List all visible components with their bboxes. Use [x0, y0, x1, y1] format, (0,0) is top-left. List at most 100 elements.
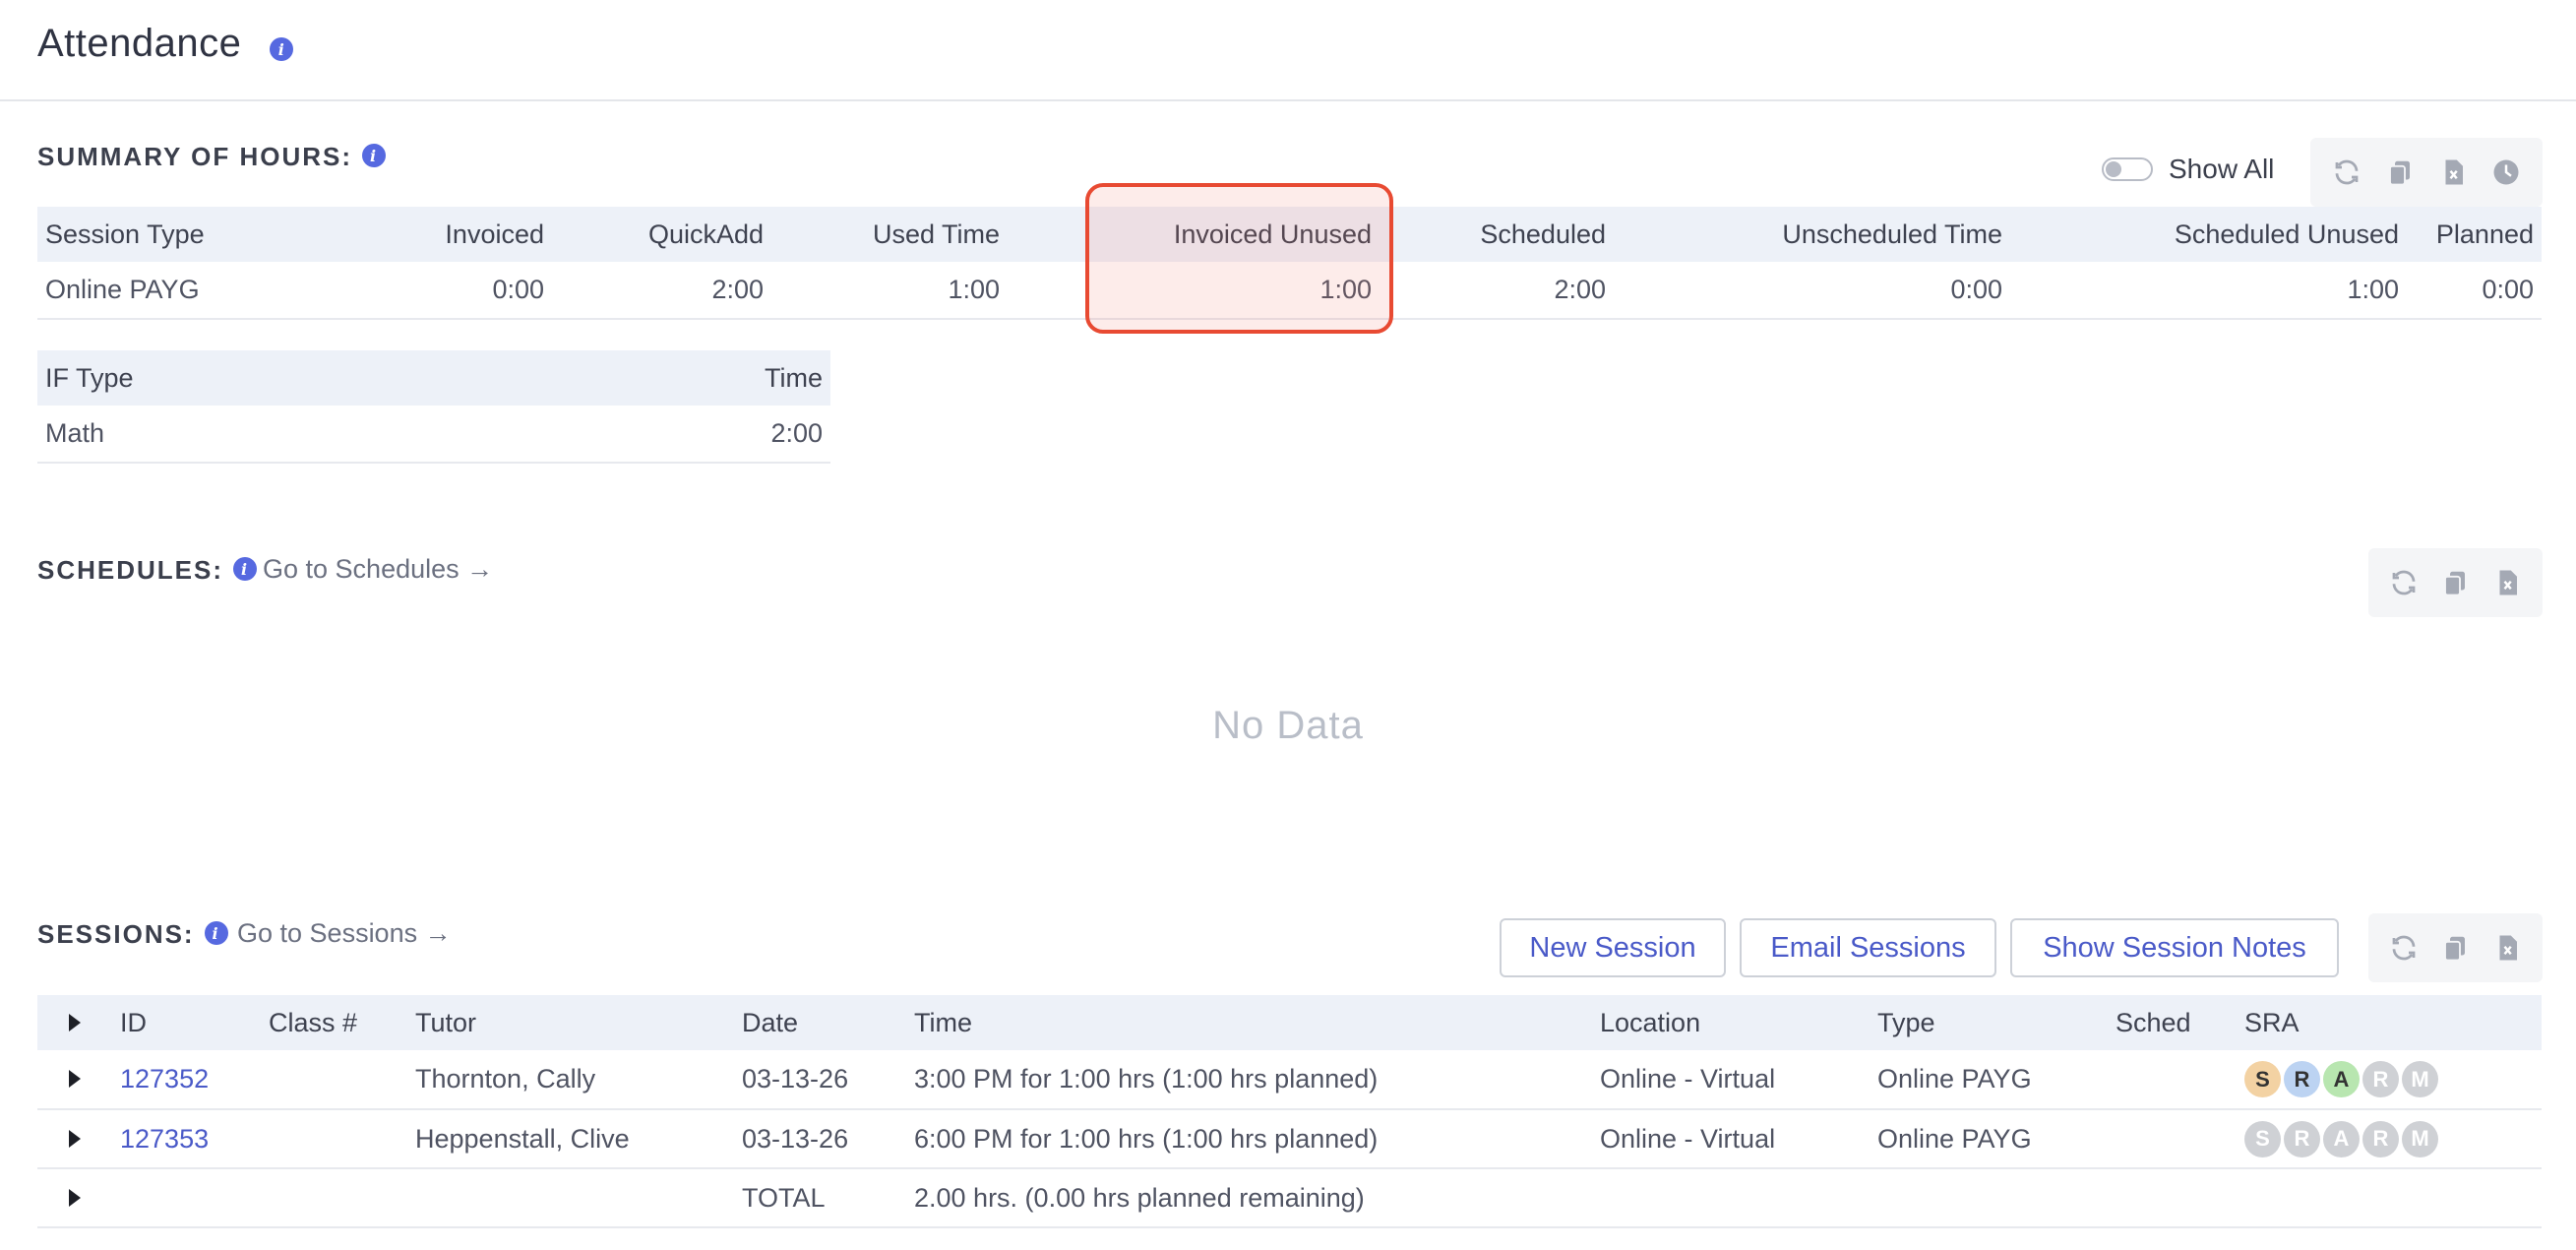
table-cell: Online PAYG [37, 262, 283, 320]
sra-badge[interactable]: R [2284, 1120, 2320, 1157]
column-header[interactable]: Unscheduled Time [1614, 207, 2010, 262]
table-cell: 3:00 PM for 1:00 hrs (1:00 hrs planned) [906, 1050, 1592, 1110]
triangle-right-icon[interactable] [69, 1013, 81, 1031]
table-cell: 0:00 [283, 262, 552, 320]
column-header[interactable]: SRA [2237, 995, 2542, 1050]
excel-export-icon[interactable] [2490, 566, 2524, 599]
sra-badge[interactable]: M [2402, 1120, 2438, 1157]
table-cell: Online - Virtual [1592, 1109, 1870, 1169]
goto-schedules-link[interactable]: Go to Schedules → [263, 554, 493, 585]
table-cell [261, 1050, 407, 1110]
sra-status-group: S R A R M [2244, 1120, 2534, 1157]
triangle-right-icon[interactable] [69, 1070, 81, 1088]
column-header[interactable]: Planned [2407, 207, 2542, 262]
table-cell [1592, 1168, 1870, 1228]
column-header[interactable]: Used Time [771, 207, 1008, 262]
info-icon[interactable]: i [233, 557, 258, 582]
sra-badge[interactable]: S [2244, 1120, 2281, 1157]
column-header[interactable]: Time [529, 350, 830, 406]
sra-badge[interactable]: A [2323, 1061, 2360, 1097]
excel-export-icon[interactable] [2490, 931, 2524, 965]
no-data-message: No Data [1212, 704, 1364, 747]
table-cell: 0:00 [1614, 262, 2010, 320]
table-cell [261, 1168, 407, 1228]
show-all-label: Show All [2169, 154, 2275, 184]
summary-section-title: SUMMARY OF HOURS: i [37, 142, 386, 172]
show-session-notes-button[interactable]: Show Session Notes [2010, 918, 2339, 977]
column-header[interactable]: QuickAdd [552, 207, 771, 262]
table-cell: 1:00 [2010, 262, 2407, 320]
column-header[interactable]: Sched [2108, 995, 2237, 1050]
table-cell: 2:00 [1380, 262, 1614, 320]
table-cell: Thornton, Cally [407, 1050, 734, 1110]
sessions-table: ID Class # Tutor Date Time Location Type… [37, 995, 2542, 1228]
table-cell [407, 1168, 734, 1228]
column-header[interactable]: Scheduled [1380, 207, 1614, 262]
column-header[interactable]: Type [1870, 995, 2108, 1050]
goto-sessions-link[interactable]: Go to Sessions → [237, 918, 452, 949]
info-icon[interactable]: i [270, 37, 293, 61]
email-sessions-button[interactable]: Email Sessions [1740, 918, 1996, 977]
if-header-row: IF Type Time [37, 350, 830, 406]
triangle-right-icon[interactable] [69, 1188, 81, 1207]
sra-badge[interactable]: S [2244, 1061, 2281, 1097]
table-cell: 1:00 [771, 262, 1008, 320]
refresh-icon[interactable] [2387, 566, 2421, 599]
column-header[interactable]: Location [1592, 995, 1870, 1050]
triangle-right-icon[interactable] [69, 1129, 81, 1148]
sessions-section-title: SESSIONS: i [37, 919, 228, 950]
table-cell: 6:00 PM for 1:00 hrs (1:00 hrs planned) [906, 1109, 1592, 1169]
table-row[interactable]: 127353 Heppenstall, Clive 03-13-26 6:00 … [37, 1109, 2542, 1169]
expand-all-toggle[interactable] [37, 995, 112, 1050]
column-header[interactable]: Scheduled Unused [2010, 207, 2407, 262]
column-header[interactable]: ID [112, 995, 261, 1050]
sessions-header-row: ID Class # Tutor Date Time Location Type… [37, 995, 2542, 1050]
table-cell [2108, 1168, 2237, 1228]
table-cell: Online - Virtual [1592, 1050, 1870, 1110]
copy-icon[interactable] [2438, 931, 2472, 965]
table-cell: Online PAYG [1870, 1109, 2108, 1169]
sra-badge[interactable]: R [2284, 1061, 2320, 1097]
refresh-icon[interactable] [2387, 931, 2421, 965]
summary-title-text: SUMMARY OF HOURS: [37, 142, 352, 171]
summary-toolbar [2310, 138, 2543, 207]
schedules-section-title: SCHEDULES: i [37, 555, 258, 586]
show-all-toggle-group[interactable]: Show All [2102, 154, 2274, 185]
history-icon[interactable] [2489, 156, 2523, 189]
copy-icon[interactable] [2383, 156, 2417, 189]
sra-badge[interactable]: A [2323, 1120, 2360, 1157]
sra-badge[interactable]: R [2362, 1120, 2399, 1157]
info-icon[interactable]: i [362, 144, 386, 168]
expand-row-toggle[interactable] [37, 1109, 112, 1169]
info-icon[interactable]: i [204, 921, 228, 946]
refresh-icon[interactable] [2330, 156, 2363, 189]
excel-export-icon[interactable] [2436, 156, 2470, 189]
table-cell: 03-13-26 [734, 1109, 906, 1169]
table-cell [1870, 1168, 2108, 1228]
table-cell [2108, 1050, 2237, 1110]
column-header[interactable]: Session Type [37, 207, 283, 262]
copy-icon[interactable] [2438, 566, 2472, 599]
column-header[interactable]: Tutor [407, 995, 734, 1050]
total-row: TOTAL 2.00 hrs. (0.00 hrs planned remain… [37, 1168, 2542, 1228]
expand-row-toggle[interactable] [37, 1168, 112, 1228]
sra-cell: S R A R M [2237, 1050, 2542, 1110]
table-row[interactable]: 127352 Thornton, Cally 03-13-26 3:00 PM … [37, 1050, 2542, 1110]
page-title-text: Attendance [37, 22, 242, 65]
column-header[interactable]: Class # [261, 995, 407, 1050]
session-id-link[interactable]: 127353 [112, 1109, 261, 1169]
expand-row-toggle[interactable] [37, 1050, 112, 1110]
show-all-toggle[interactable] [2102, 157, 2153, 181]
new-session-button[interactable]: New Session [1500, 918, 1726, 977]
table-cell: 2:00 [529, 406, 830, 464]
column-header[interactable]: Time [906, 995, 1592, 1050]
page-title: Attendance i [37, 22, 293, 66]
column-header[interactable]: Date [734, 995, 906, 1050]
column-header[interactable]: IF Type [37, 350, 529, 406]
column-header[interactable]: Invoiced [283, 207, 552, 262]
sra-badge[interactable]: M [2402, 1061, 2438, 1097]
sra-badge[interactable]: R [2362, 1061, 2399, 1097]
session-id-link[interactable]: 127352 [112, 1050, 261, 1110]
table-cell: Heppenstall, Clive [407, 1109, 734, 1169]
total-label: TOTAL [734, 1168, 906, 1228]
